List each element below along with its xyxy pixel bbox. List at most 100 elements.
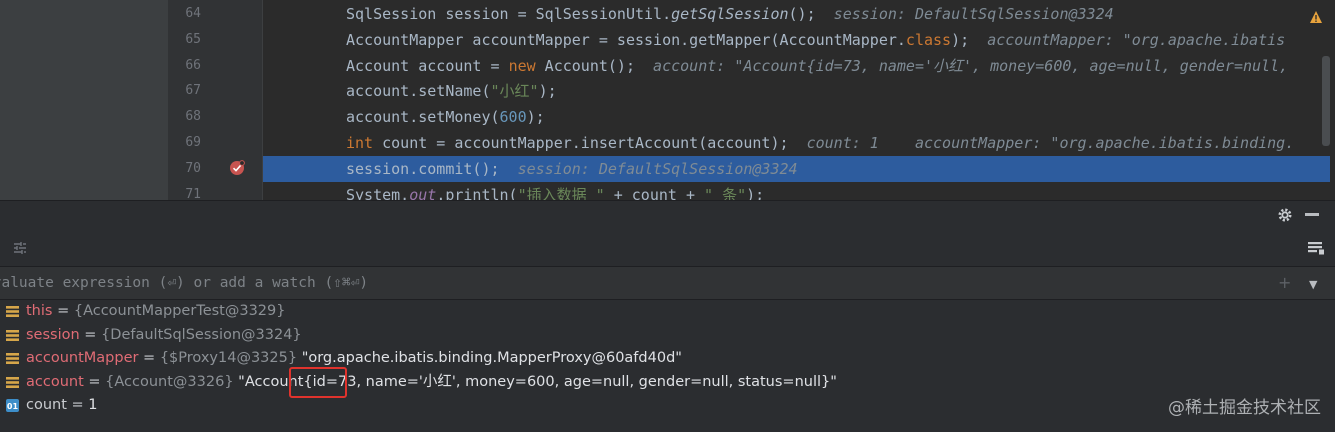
svg-text:01: 01 (7, 402, 19, 411)
execution-line[interactable]: 70 session.commit(); session: DefaultSqlS… (0, 155, 1335, 182)
variable-name: count (26, 397, 67, 413)
equals-sign: = (52, 303, 74, 319)
code-token: "插入数据 " (517, 185, 605, 200)
line-number: 67 (185, 83, 201, 99)
code-token: "小红" (490, 82, 539, 101)
variable-type: {AccountMapperTest@3329} (73, 303, 286, 319)
evaluate-expression-field[interactable]: Evaluate expression (⏎) or add a watch (… (0, 266, 1335, 300)
code-line[interactable]: 69 int count = accountMapper.insertAccoun… (0, 130, 1335, 156)
debug-panel-header (0, 200, 1335, 232)
code-token: AccountMapper accountMapper = session.ge… (346, 30, 906, 49)
variable-value: "org.apache.ibatis.binding.MapperProxy@6… (301, 350, 682, 366)
line-number: 69 (185, 135, 201, 150)
code-token: .println( (436, 185, 518, 200)
variable-type: {DefaultSqlSession@3324} (101, 326, 302, 343)
line-number: 68 (185, 109, 201, 125)
field-variable-icon (6, 329, 19, 341)
code-token: account.setName( (346, 82, 491, 101)
equals-sign: = (83, 373, 106, 390)
line-number: 71 (185, 186, 201, 200)
code-token: " 条" (704, 185, 747, 200)
variable-type: {$Proxy14@3325} (159, 350, 298, 366)
primitive-variable-icon: 01 (6, 399, 19, 412)
code-text[interactable]: session.commit(); session: DefaultSqlSes… (346, 156, 798, 182)
minimize-icon[interactable] (1305, 213, 1319, 216)
code-token: + count + (604, 185, 705, 200)
code-token: session.commit(); (346, 159, 500, 178)
code-token: System. (346, 185, 410, 200)
variable-row[interactable]: accountMapper = {$Proxy14@3325} "org.apa… (0, 347, 1335, 370)
variable-text: count = 1 (26, 394, 98, 417)
line-number: 65 (185, 31, 201, 47)
code-token: ); (951, 30, 970, 49)
filter-icon[interactable] (12, 240, 28, 256)
debug-toolbar (0, 232, 1335, 264)
equals-sign: = (66, 397, 89, 413)
code-text[interactable]: SqlSession session = SqlSessionUtil.getS… (346, 1, 1114, 27)
code-line[interactable]: 64 SqlSession session = SqlSessionUtil.ge… (0, 1, 1335, 27)
code-token: ); (746, 185, 765, 200)
watermark: @稀土掘金技术社区 (1168, 398, 1321, 418)
code-token: int (346, 134, 374, 152)
variable-row[interactable]: 01 count = 1 (0, 394, 1335, 417)
line-number: 64 (185, 6, 201, 21)
code-token: (); (788, 5, 816, 23)
code-token: count = accountMapper.insertAccount(acco… (373, 134, 789, 152)
code-line[interactable]: 68 account.setMoney(600); (0, 104, 1335, 130)
variable-row[interactable]: account = {Account@3326} "Account{id=73,… (0, 371, 1335, 394)
code-editor[interactable]: 64 SqlSession session = SqlSessionUtil.ge… (0, 0, 1335, 200)
variable-row[interactable]: session = {DefaultSqlSession@3324} (0, 324, 1335, 347)
add-watch-icon[interactable]: + (1278, 275, 1291, 291)
inline-debug-value: session: DefaultSqlSession@3324 (815, 5, 1114, 23)
code-token: Account account = (346, 56, 509, 75)
breakpoint-icon[interactable] (229, 160, 245, 176)
code-line[interactable]: 66 Account account = new Account(); accou… (0, 53, 1335, 79)
code-text[interactable]: account.setMoney(600); (346, 104, 545, 130)
chevron-down-icon[interactable]: ▼ (1309, 278, 1317, 291)
variable-row[interactable]: this = {AccountMapperTest@3329} (0, 300, 1335, 323)
line-number: 66 (185, 57, 201, 73)
variable-name: this (26, 303, 53, 319)
code-line[interactable]: 67 account.setName("小红"); (0, 78, 1335, 104)
warning-icon[interactable] (1309, 10, 1323, 24)
code-token: out (409, 185, 437, 200)
variable-name: accountMapper (26, 350, 139, 366)
code-line[interactable]: 65 AccountMapper accountMapper = session.… (0, 27, 1335, 53)
editor-scrollbar[interactable] (1322, 56, 1330, 146)
code-token: new (508, 56, 536, 75)
field-variable-icon (6, 306, 19, 317)
line-number: 70 (185, 160, 201, 176)
inline-debug-value: session: DefaultSqlSession@3324 (499, 159, 798, 178)
gear-icon[interactable] (1276, 206, 1294, 224)
layout-icon[interactable] (1307, 240, 1325, 256)
code-text[interactable]: account.setName("小红"); (346, 78, 557, 104)
code-token: Account(); (535, 56, 635, 75)
code-token: class (905, 30, 952, 49)
code-text[interactable]: System.out.println("插入数据 " + count + " 条… (346, 182, 764, 200)
variable-text: account = {Account@3326} "Account{id=73,… (26, 371, 837, 394)
variables-list: this = {AccountMapperTest@3329} session =… (0, 300, 1335, 432)
variable-text: accountMapper = {$Proxy14@3325} "org.apa… (26, 347, 682, 370)
variable-value: 1 (88, 397, 98, 413)
equals-sign: = (79, 326, 102, 343)
variable-text: session = {DefaultSqlSession@3324} (26, 324, 302, 347)
code-text[interactable]: Account account = new Account(); account… (346, 53, 1288, 79)
variable-text: this = {AccountMapperTest@3329} (26, 300, 285, 323)
code-line[interactable]: 71 System.out.println("插入数据 " + count + "… (0, 182, 1335, 200)
code-text[interactable]: AccountMapper accountMapper = session.ge… (346, 27, 1285, 53)
evaluate-placeholder[interactable]: Evaluate expression (⏎) or add a watch (… (0, 267, 368, 299)
code-token: getSqlSession (671, 5, 789, 23)
inline-debug-value: count: 1 accountMapper: "org.apache.ibat… (788, 134, 1295, 152)
code-token: SqlSession session = SqlSessionUtil. (346, 5, 672, 23)
variable-type: {Account@3326} (105, 373, 234, 390)
code-token: 600 (499, 108, 527, 127)
code-token: account.setMoney( (346, 108, 500, 127)
equals-sign: = (138, 350, 160, 366)
code-token: ); (526, 108, 545, 127)
code-text[interactable]: int count = accountMapper.insertAccount(… (346, 130, 1294, 156)
variable-name: account (26, 373, 84, 390)
highlight-annotation (289, 367, 347, 398)
inline-debug-value: account: "Account{id=73, name='小红', mone… (635, 56, 1289, 75)
variable-name: session (26, 326, 80, 343)
field-variable-icon (6, 376, 19, 388)
